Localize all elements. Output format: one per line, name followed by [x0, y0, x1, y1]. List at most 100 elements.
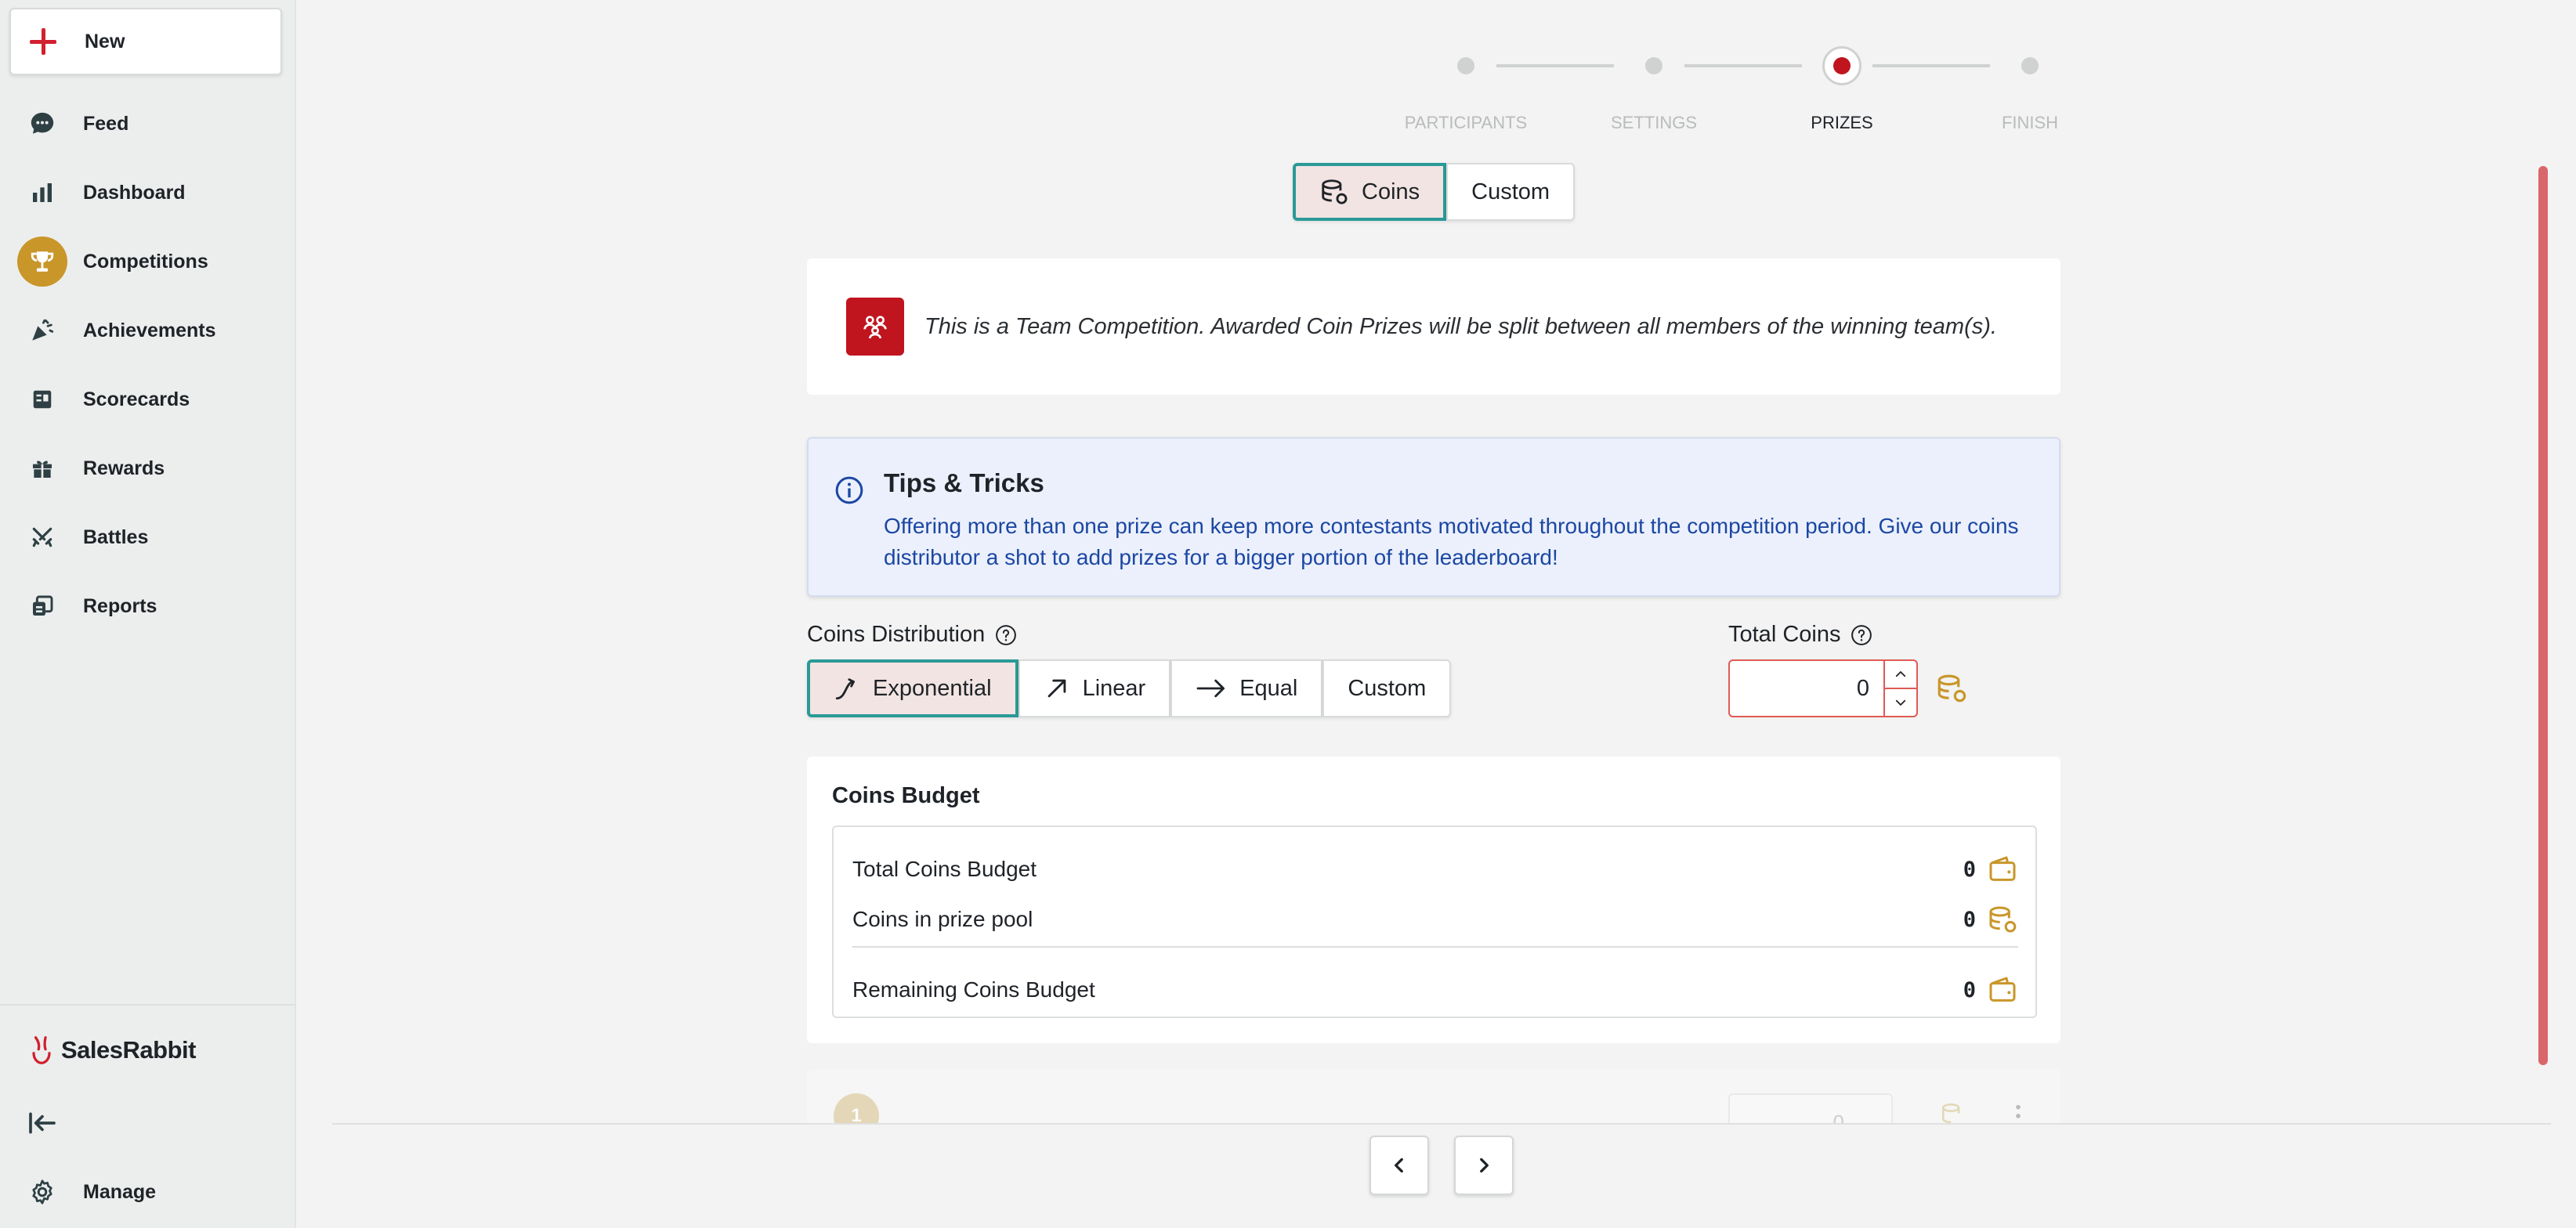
wizard-footer — [332, 1123, 2551, 1228]
coins-budget-title: Coins Budget — [832, 783, 980, 808]
distribution-equal-button[interactable]: Equal — [1170, 659, 1323, 717]
reports-icon — [17, 581, 67, 631]
decrement-button[interactable] — [1885, 689, 1916, 716]
step-connector — [1872, 64, 1990, 67]
scorecard-icon — [17, 374, 67, 424]
step-label: FINISH — [2001, 113, 2059, 132]
team-notice-text: This is a Team Competition. Awarded Coin… — [924, 313, 1997, 339]
sidebar-item-achievements[interactable]: Achievements — [0, 296, 296, 365]
prize-type-toggle: Coins Custom — [1293, 163, 1576, 221]
budget-row-name: Total Coins Budget — [852, 857, 1037, 881]
brand-name: SalesRabbit — [61, 1036, 196, 1064]
budget-row-prize-pool: Coins in prize pool 0 — [852, 904, 2018, 935]
sidebar-item-dashboard[interactable]: Dashboard — [0, 158, 296, 227]
sidebar-item-manage[interactable]: Manage — [0, 1158, 156, 1226]
step-finish-dot[interactable] — [2021, 57, 2039, 74]
exponential-curve-icon — [834, 675, 860, 702]
wallet-icon — [1989, 856, 2016, 881]
wallet-icon — [1989, 977, 2016, 1002]
brand-logo: SalesRabbit — [30, 1035, 196, 1065]
distribution-linear-button[interactable]: Linear — [1018, 659, 1171, 717]
new-button-label: New — [85, 30, 125, 52]
budget-row-name: Coins in prize pool — [852, 907, 1033, 931]
prize-type-coins-button[interactable]: Coins — [1293, 163, 1447, 221]
coins-icon — [1937, 674, 1966, 702]
chevron-left-icon — [1395, 1158, 1403, 1173]
coins-icon — [1322, 179, 1348, 204]
gear-icon — [17, 1167, 67, 1217]
main-nav: Feed Dashboard Competitions Achievements… — [0, 89, 296, 641]
arrow-up-right-icon — [1044, 675, 1070, 702]
increment-button[interactable] — [1885, 661, 1916, 689]
help-icon[interactable] — [1850, 623, 1873, 647]
help-icon[interactable] — [994, 623, 1018, 647]
gift-icon — [17, 443, 67, 493]
total-coins-input-group — [1728, 659, 1918, 717]
tips-callout: Tips & Tricks Offering more than one pri… — [807, 437, 2060, 597]
budget-row-value: 0 — [1963, 907, 1976, 932]
sidebar-item-label: Scorecards — [83, 388, 190, 410]
budget-row-name: Remaining Coins Budget — [852, 977, 1095, 1002]
tips-title: Tips & Tricks — [884, 468, 1044, 497]
step-settings-dot[interactable] — [1645, 57, 1662, 74]
chevron-up-icon — [1895, 671, 1906, 677]
prize-type-custom-label: Custom — [1471, 179, 1550, 204]
sidebar-item-label: Achievements — [83, 319, 216, 341]
previous-step-button[interactable] — [1369, 1136, 1429, 1195]
sidebar-item-competitions[interactable]: Competitions — [0, 227, 296, 296]
step-prizes-dot[interactable] — [1822, 46, 1861, 85]
info-icon — [835, 476, 863, 504]
budget-row-total: Total Coins Budget 0 — [852, 854, 2018, 885]
step-label: SETTINGS — [1610, 113, 1698, 132]
distribution-option-label: Custom — [1348, 675, 1427, 701]
total-coins-input[interactable] — [1730, 661, 1883, 716]
distribution-option-label: Exponential — [873, 675, 992, 701]
sidebar-item-rewards[interactable]: Rewards — [0, 434, 296, 503]
chat-bubble-icon — [17, 99, 67, 149]
total-coins-stepper — [1883, 661, 1916, 716]
coins-budget-card: Coins Budget Total Coins Budget 0 Coins … — [807, 757, 2060, 1043]
sidebar-item-battles[interactable]: Battles — [0, 503, 296, 572]
prize-row: 1 0 — [807, 1070, 2060, 1125]
distribution-option-label: Equal — [1239, 675, 1298, 701]
sidebar-item-scorecards[interactable]: Scorecards — [0, 365, 296, 434]
distribution-custom-button[interactable]: Custom — [1322, 659, 1452, 717]
sidebar-item-reports[interactable]: Reports — [0, 572, 296, 641]
sidebar-item-label: Battles — [83, 526, 149, 548]
sidebar-item-label: Dashboard — [83, 181, 186, 204]
budget-divider — [852, 946, 2018, 948]
coins-distribution-label-text: Coins Distribution — [807, 622, 986, 647]
next-step-button[interactable] — [1454, 1136, 1514, 1195]
sidebar-item-label: Reports — [83, 594, 157, 617]
new-button[interactable]: New — [9, 8, 282, 75]
scrollbar-thumb[interactable] — [2538, 166, 2548, 1065]
prize-type-custom-button[interactable]: Custom — [1446, 163, 1576, 221]
prize-row-fade — [807, 1070, 2060, 1125]
chevron-right-icon — [1480, 1158, 1489, 1173]
sidebar-item-feed[interactable]: Feed — [0, 89, 296, 158]
team-competition-notice: This is a Team Competition. Awarded Coin… — [807, 258, 2060, 395]
total-coins-label: Total Coins — [1728, 622, 1873, 648]
step-participants-dot[interactable] — [1457, 57, 1474, 74]
coins-distribution-options: Exponential Linear Equal Custom — [807, 659, 1452, 717]
rabbit-logo-icon — [32, 1036, 51, 1064]
step-label: PRIZES — [1811, 113, 1873, 132]
step-connector — [1684, 64, 1802, 67]
sidebar-item-label: Rewards — [83, 457, 165, 479]
sidebar-item-label: Competitions — [83, 250, 208, 273]
tips-body: Offering more than one prize can keep mo… — [884, 514, 2019, 569]
coins-icon — [1989, 906, 2017, 933]
wizard-stepper: PARTICIPANTS SETTINGS PRIZES FINISH — [1387, 44, 2058, 138]
sidebar-item-label: Feed — [83, 112, 129, 135]
main-content: PARTICIPANTS SETTINGS PRIZES FINISH Coin… — [298, 0, 2576, 1228]
chevron-down-icon — [1895, 699, 1906, 706]
distribution-exponential-button[interactable]: Exponential — [807, 659, 1018, 717]
arrow-right-icon — [1196, 675, 1227, 702]
party-popper-icon — [17, 305, 67, 356]
total-coins-label-text: Total Coins — [1728, 622, 1841, 647]
collapse-sidebar-button[interactable] — [27, 1107, 58, 1139]
sidebar: New Feed Dashboard Competitions Achievem… — [0, 0, 296, 1228]
plus-icon — [30, 28, 56, 55]
crossed-swords-icon — [17, 512, 67, 562]
manage-label: Manage — [83, 1180, 157, 1203]
